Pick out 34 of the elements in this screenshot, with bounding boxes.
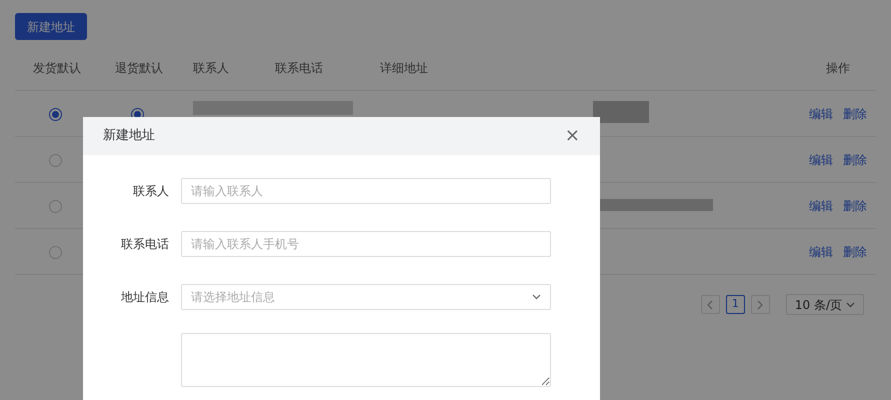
column-header: 详细地址 [380,61,428,75]
column-header: 联系人 [193,61,229,75]
delete-link[interactable]: 删除 [843,150,867,168]
chevron-left-icon [706,300,714,310]
radio-button[interactable] [49,108,62,121]
delete-link[interactable]: 删除 [843,196,867,214]
chevron-down-icon [846,302,855,308]
delete-link[interactable]: 删除 [843,104,867,122]
text-area[interactable] [181,333,551,387]
next-page-button[interactable] [750,295,770,314]
redacted-block [593,101,649,123]
delete-link[interactable]: 删除 [843,242,867,260]
previous-page-button[interactable] [700,295,720,314]
edit-link[interactable]: 编辑 [809,104,833,122]
edit-link[interactable]: 编辑 [809,150,833,168]
column-header: 操作 [826,61,850,75]
page-size-select[interactable]: 10 条/页 [786,294,864,315]
chevron-down-icon [532,294,541,300]
field-label: 联系电话 [121,237,169,251]
edit-link[interactable]: 编辑 [809,242,833,260]
chevron-right-icon [756,300,764,310]
column-header: 联系电话 [275,61,323,75]
input-field[interactable]: 请输入联系人手机号 [181,231,551,257]
input-field[interactable]: 请输入联系人 [181,178,551,204]
new-address-button[interactable]: 新建地址 [15,13,87,40]
edit-link[interactable]: 编辑 [809,196,833,214]
page-button[interactable]: 1 [726,295,745,314]
dialog-title: 新建地址 [103,127,155,146]
field-label: 地址信息 [121,290,169,304]
close-button[interactable]: × [564,127,580,145]
column-header: 发货默认 [33,61,81,75]
address-select[interactable]: 请选择地址信息 [181,284,551,310]
column-header: 退货默认 [115,61,163,75]
field-label: 联系人 [133,184,169,198]
